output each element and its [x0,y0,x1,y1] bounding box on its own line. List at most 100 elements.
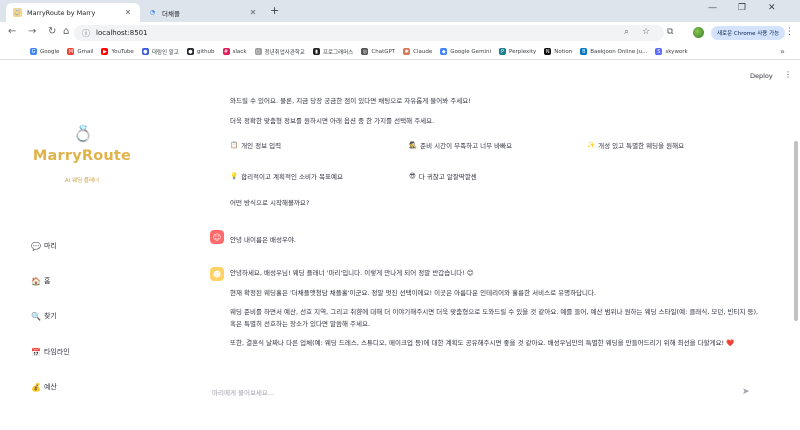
tab-favicon-icon: ◔ [149,9,156,16]
user-message: 안녕 내이름은 배성우야. [230,236,296,244]
bookmark-item[interactable]: N Notion [544,48,572,55]
browser-tab-inactive[interactable]: ◔ 더채플 ✕ [141,3,265,22]
bookmark-favicon-icon: S [655,48,663,55]
deploy-button[interactable]: Deploy [750,72,773,80]
sidebar-item-label: 찾기 [43,312,57,320]
bookmark-star-icon[interactable]: ☆ [642,27,650,37]
bookmark-item[interactable]: ▶ YouTube [101,48,134,55]
bookmark-label: Notion [554,48,573,55]
app-title: MarryRoute [32,148,132,164]
bookmark-label: Baekjoon Online Ju... [590,48,648,55]
option-personal-info[interactable]: 📋 개인 정보 입력 [230,140,281,150]
money-bag-icon: 💰 [31,382,41,392]
close-tab-icon[interactable]: ✕ [248,8,258,17]
profile-avatar[interactable] [693,27,704,38]
chat-input[interactable] [200,389,720,397]
bookmarks-bar: G Google M Gmail ▶ YouTube ● 대림인 알고 ● github # slac… [0,44,800,60]
bookmark-label: 대림인 알고 [151,49,179,56]
streamlit-app: Deploy ⋮ 💍 MarryRoute AI 웨딩 플래너 💬 마리 🏠 홈… [0,61,800,430]
bookmark-label: github [196,48,215,55]
option-label: 합리적이고 계획적인 소비가 목표예요 [241,173,343,181]
bookmark-item[interactable]: ◎ ChatGPT [361,48,395,55]
assistant-paragraph: 또한, 결혼식 날짜나 다른 업체(예: 웨딩 드레스, 스튜디오, 메이크업 … [230,339,735,347]
site-info-icon[interactable]: ⓘ [82,28,90,39]
option-unique[interactable]: ✨ 개성 있고 특별한 웨딩을 원해요 [587,140,684,150]
bookmark-favicon-icon: G [30,48,37,55]
assistant-text: 와드릴 수 있어요. 물론, 지금 당장 궁금한 점이 있다면 채팅으로 자유롭… [230,97,471,105]
bookmark-favicon-icon: P [498,48,506,55]
assistant-avatar-icon: ☻ [210,267,224,281]
bookmark-item[interactable]: M Gmail [67,48,93,55]
tab-favicon-icon: 💍 [13,8,22,17]
bookmark-favicon-icon: ▮ [313,48,320,55]
sunglasses-icon: 😎 [409,172,416,180]
send-icon[interactable]: ➤ [742,387,750,397]
bookmark-item[interactable]: ● 대림인 알고 [141,48,179,56]
bookmark-item[interactable]: G Google [30,48,59,55]
bookmark-item[interactable]: # slack [222,48,247,55]
bookmark-item[interactable]: P Perplexity [498,48,537,55]
more-bookmarks-icon[interactable]: » [780,47,785,56]
calendar-icon: 📅 [31,347,41,357]
bookmark-item[interactable]: ◆ Google Gemini [440,48,491,55]
browser-toolbar: ← → ↻ ⌂ ⓘ localhost:8501 ⌕ ☆ ⧉ 새로운 Chrom… [0,22,800,44]
sidebar-item-timeline[interactable]: 📅 타임라인 [31,347,70,357]
bookmark-label: Perplexity [508,48,537,55]
search-icon: 🔍 [31,311,41,321]
chat-input-box: ➤ [200,381,760,405]
assistant-paragraph: 웨딩 준비를 하면서 예산, 선호 지역, 그리고 취향에 대해 더 이야기해주… [230,308,759,328]
option-rational[interactable]: 💡 합리적이고 계획적인 소비가 목표예요 [230,171,343,181]
extensions-icon[interactable]: ⧉ [667,27,673,37]
home-icon: 🏠 [31,276,41,286]
bookmark-favicon-icon: ● [141,48,149,55]
bookmark-label: skywork [665,48,688,55]
bookmark-favicon-icon: N [544,48,552,55]
option-lazy[interactable]: 😎 다 귀찮고 알잘딱깔센 [409,171,477,181]
bookmark-favicon-icon: ▶ [101,48,109,55]
close-window-icon[interactable]: ✕ [768,3,776,13]
chrome-menu-icon[interactable]: ⋮ [785,27,794,37]
sidebar-item-home[interactable]: 🏠 홈 [31,276,50,286]
zoom-icon[interactable]: ⌕ [624,27,629,37]
bookmark-favicon-icon: ○ [254,48,262,55]
bookmark-label: Google Gemini [450,48,491,55]
ring-icon: 💍 [73,124,93,143]
bookmark-item[interactable]: ● github [186,48,215,55]
app-menu-icon[interactable]: ⋮ [784,70,792,79]
new-tab-icon[interactable]: + [270,4,279,17]
sidebar-item-budget[interactable]: 💰 예산 [31,382,57,392]
detective-icon: 🕵 [409,141,418,149]
assistant-text: 더욱 정확한 맞춤형 정보를 원하시면 아래 옵션 중 한 가지를 선택해 주세… [230,117,435,125]
bookmark-favicon-icon: ◆ [440,48,448,55]
sidebar-item-mari[interactable]: 💬 마리 [31,241,57,251]
bookmark-favicon-icon: ● [186,48,194,55]
bookmark-label: ChatGPT [371,48,396,55]
bookmark-item[interactable]: ▮ 프로그래머스 [313,48,353,56]
bookmark-item[interactable]: ○ 청년취업사관학교 [254,48,305,56]
chat-icon: 💬 [31,241,41,251]
scrollbar-thumb[interactable] [794,141,798,321]
forward-icon[interactable]: → [28,26,36,37]
reload-icon[interactable]: ↻ [48,26,56,37]
bookmark-item[interactable]: B Baekjoon Online Ju... [580,48,647,55]
bookmark-favicon-icon: M [67,48,75,55]
bookmark-favicon-icon: ✱ [403,48,411,55]
option-busy[interactable]: 🕵 준비 시간이 부족하고 너무 바빠요 [409,140,512,150]
address-bar[interactable]: ⓘ localhost:8501 [74,25,664,41]
bookmark-label: Google [40,48,60,55]
back-icon[interactable]: ← [8,26,16,37]
bookmark-label: slack [232,48,247,55]
home-icon[interactable]: ⌂ [63,26,69,37]
sidebar-item-label: 타임라인 [43,348,70,356]
minimize-icon[interactable]: — [708,3,717,13]
sidebar-item-search[interactable]: 🔍 찾기 [31,311,57,321]
clipboard-icon: 📋 [230,141,239,149]
close-tab-icon[interactable]: ✕ [123,8,133,17]
browser-tab-active[interactable]: 💍 MarryRoute by Marry ✕ [6,3,140,22]
bookmark-item[interactable]: Sskywork [655,48,688,55]
tab-title: MarryRoute by Marry [27,8,96,17]
chrome-update-button[interactable]: 새로운 Chrome 사용 가능 [711,26,786,40]
bookmark-item[interactable]: ✱ Claude [403,48,432,55]
maximize-icon[interactable]: ❐ [738,3,746,13]
sidebar-item-label: 마리 [43,242,57,250]
